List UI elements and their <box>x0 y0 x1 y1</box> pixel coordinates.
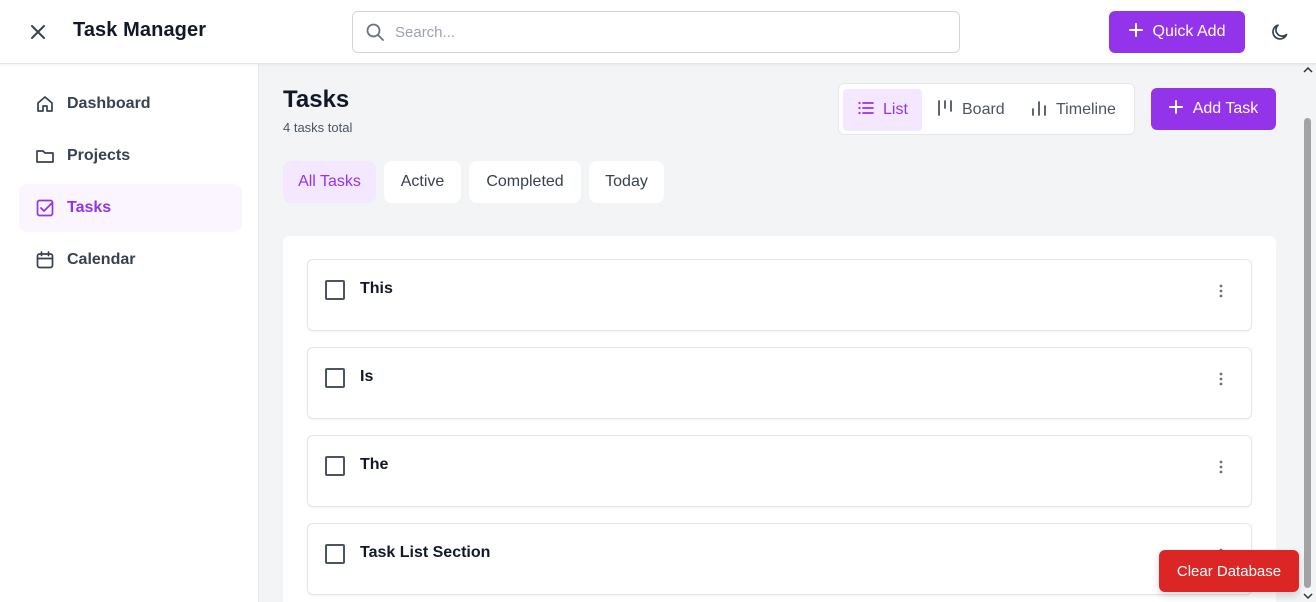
view-switcher: List Board Timeline <box>838 83 1135 135</box>
search-input[interactable] <box>395 23 935 41</box>
task-title: This <box>360 280 393 297</box>
sidebar: Dashboard Projects Tasks Calendar <box>0 64 259 602</box>
search-box[interactable] <box>352 11 960 53</box>
view-board-button[interactable]: Board <box>922 89 1019 131</box>
task-title: The <box>360 456 389 473</box>
task-title: Task List Section <box>360 544 491 561</box>
add-task-label: Add Task <box>1192 100 1259 117</box>
top-header: Task Manager Quick Add <box>0 0 1316 64</box>
sidebar-item-label: Projects <box>67 147 131 164</box>
task-item[interactable]: Is <box>307 347 1252 419</box>
board-icon <box>936 99 954 122</box>
filter-all-tasks[interactable]: All Tasks <box>283 161 376 203</box>
moon-icon[interactable] <box>1268 20 1292 44</box>
task-checkbox[interactable] <box>325 280 345 300</box>
checkbox-icon <box>35 198 55 218</box>
task-checkbox[interactable] <box>325 456 345 476</box>
quick-add-label: Quick Add <box>1152 23 1226 40</box>
task-checkbox[interactable] <box>325 368 345 388</box>
timeline-icon <box>1030 99 1048 122</box>
filter-completed[interactable]: Completed <box>469 161 581 203</box>
calendar-icon <box>35 250 55 270</box>
more-vertical-icon[interactable] <box>1213 370 1229 388</box>
home-icon <box>35 94 55 114</box>
task-item[interactable]: Task List Section <box>307 523 1252 595</box>
task-count: 4 tasks total <box>283 120 353 135</box>
search-icon <box>365 22 385 42</box>
quick-add-button[interactable]: Quick Add <box>1109 11 1245 53</box>
plus-icon <box>1168 99 1183 119</box>
more-vertical-icon[interactable] <box>1213 458 1229 476</box>
more-vertical-icon[interactable] <box>1213 282 1229 300</box>
scroll-up-arrow-icon[interactable] <box>1302 66 1314 76</box>
page-title: Tasks <box>283 86 350 113</box>
filter-today[interactable]: Today <box>589 161 664 203</box>
filter-active[interactable]: Active <box>384 161 461 203</box>
view-label: Timeline <box>1056 101 1116 118</box>
task-title: Is <box>360 368 374 385</box>
task-item[interactable]: This <box>307 259 1252 331</box>
scroll-down-arrow-icon[interactable] <box>1302 592 1314 602</box>
folder-icon <box>35 146 55 166</box>
sidebar-item-label: Dashboard <box>67 95 151 112</box>
sidebar-item-label: Tasks <box>67 199 112 216</box>
view-list-button[interactable]: List <box>843 89 922 131</box>
sidebar-item-label: Calendar <box>67 251 136 268</box>
list-icon <box>857 99 875 122</box>
sidebar-item-projects[interactable]: Projects <box>19 132 242 180</box>
app-title: Task Manager <box>73 19 207 41</box>
main-content: Tasks 4 tasks total List Board Timeline … <box>260 64 1300 602</box>
view-label: List <box>883 101 908 118</box>
plus-icon <box>1128 22 1143 42</box>
task-checkbox[interactable] <box>325 544 345 564</box>
view-label: Board <box>962 101 1005 118</box>
view-timeline-button[interactable]: Timeline <box>1016 89 1130 131</box>
close-icon[interactable] <box>26 20 50 44</box>
scrollbar-thumb[interactable] <box>1304 118 1311 588</box>
clear-database-button[interactable]: Clear Database <box>1159 550 1299 592</box>
task-list: This Is The Task List Section <box>283 236 1276 602</box>
sidebar-item-tasks[interactable]: Tasks <box>19 184 242 232</box>
add-task-button[interactable]: Add Task <box>1151 88 1276 130</box>
task-item[interactable]: The <box>307 435 1252 507</box>
sidebar-item-dashboard[interactable]: Dashboard <box>19 80 242 128</box>
sidebar-item-calendar[interactable]: Calendar <box>19 236 242 284</box>
